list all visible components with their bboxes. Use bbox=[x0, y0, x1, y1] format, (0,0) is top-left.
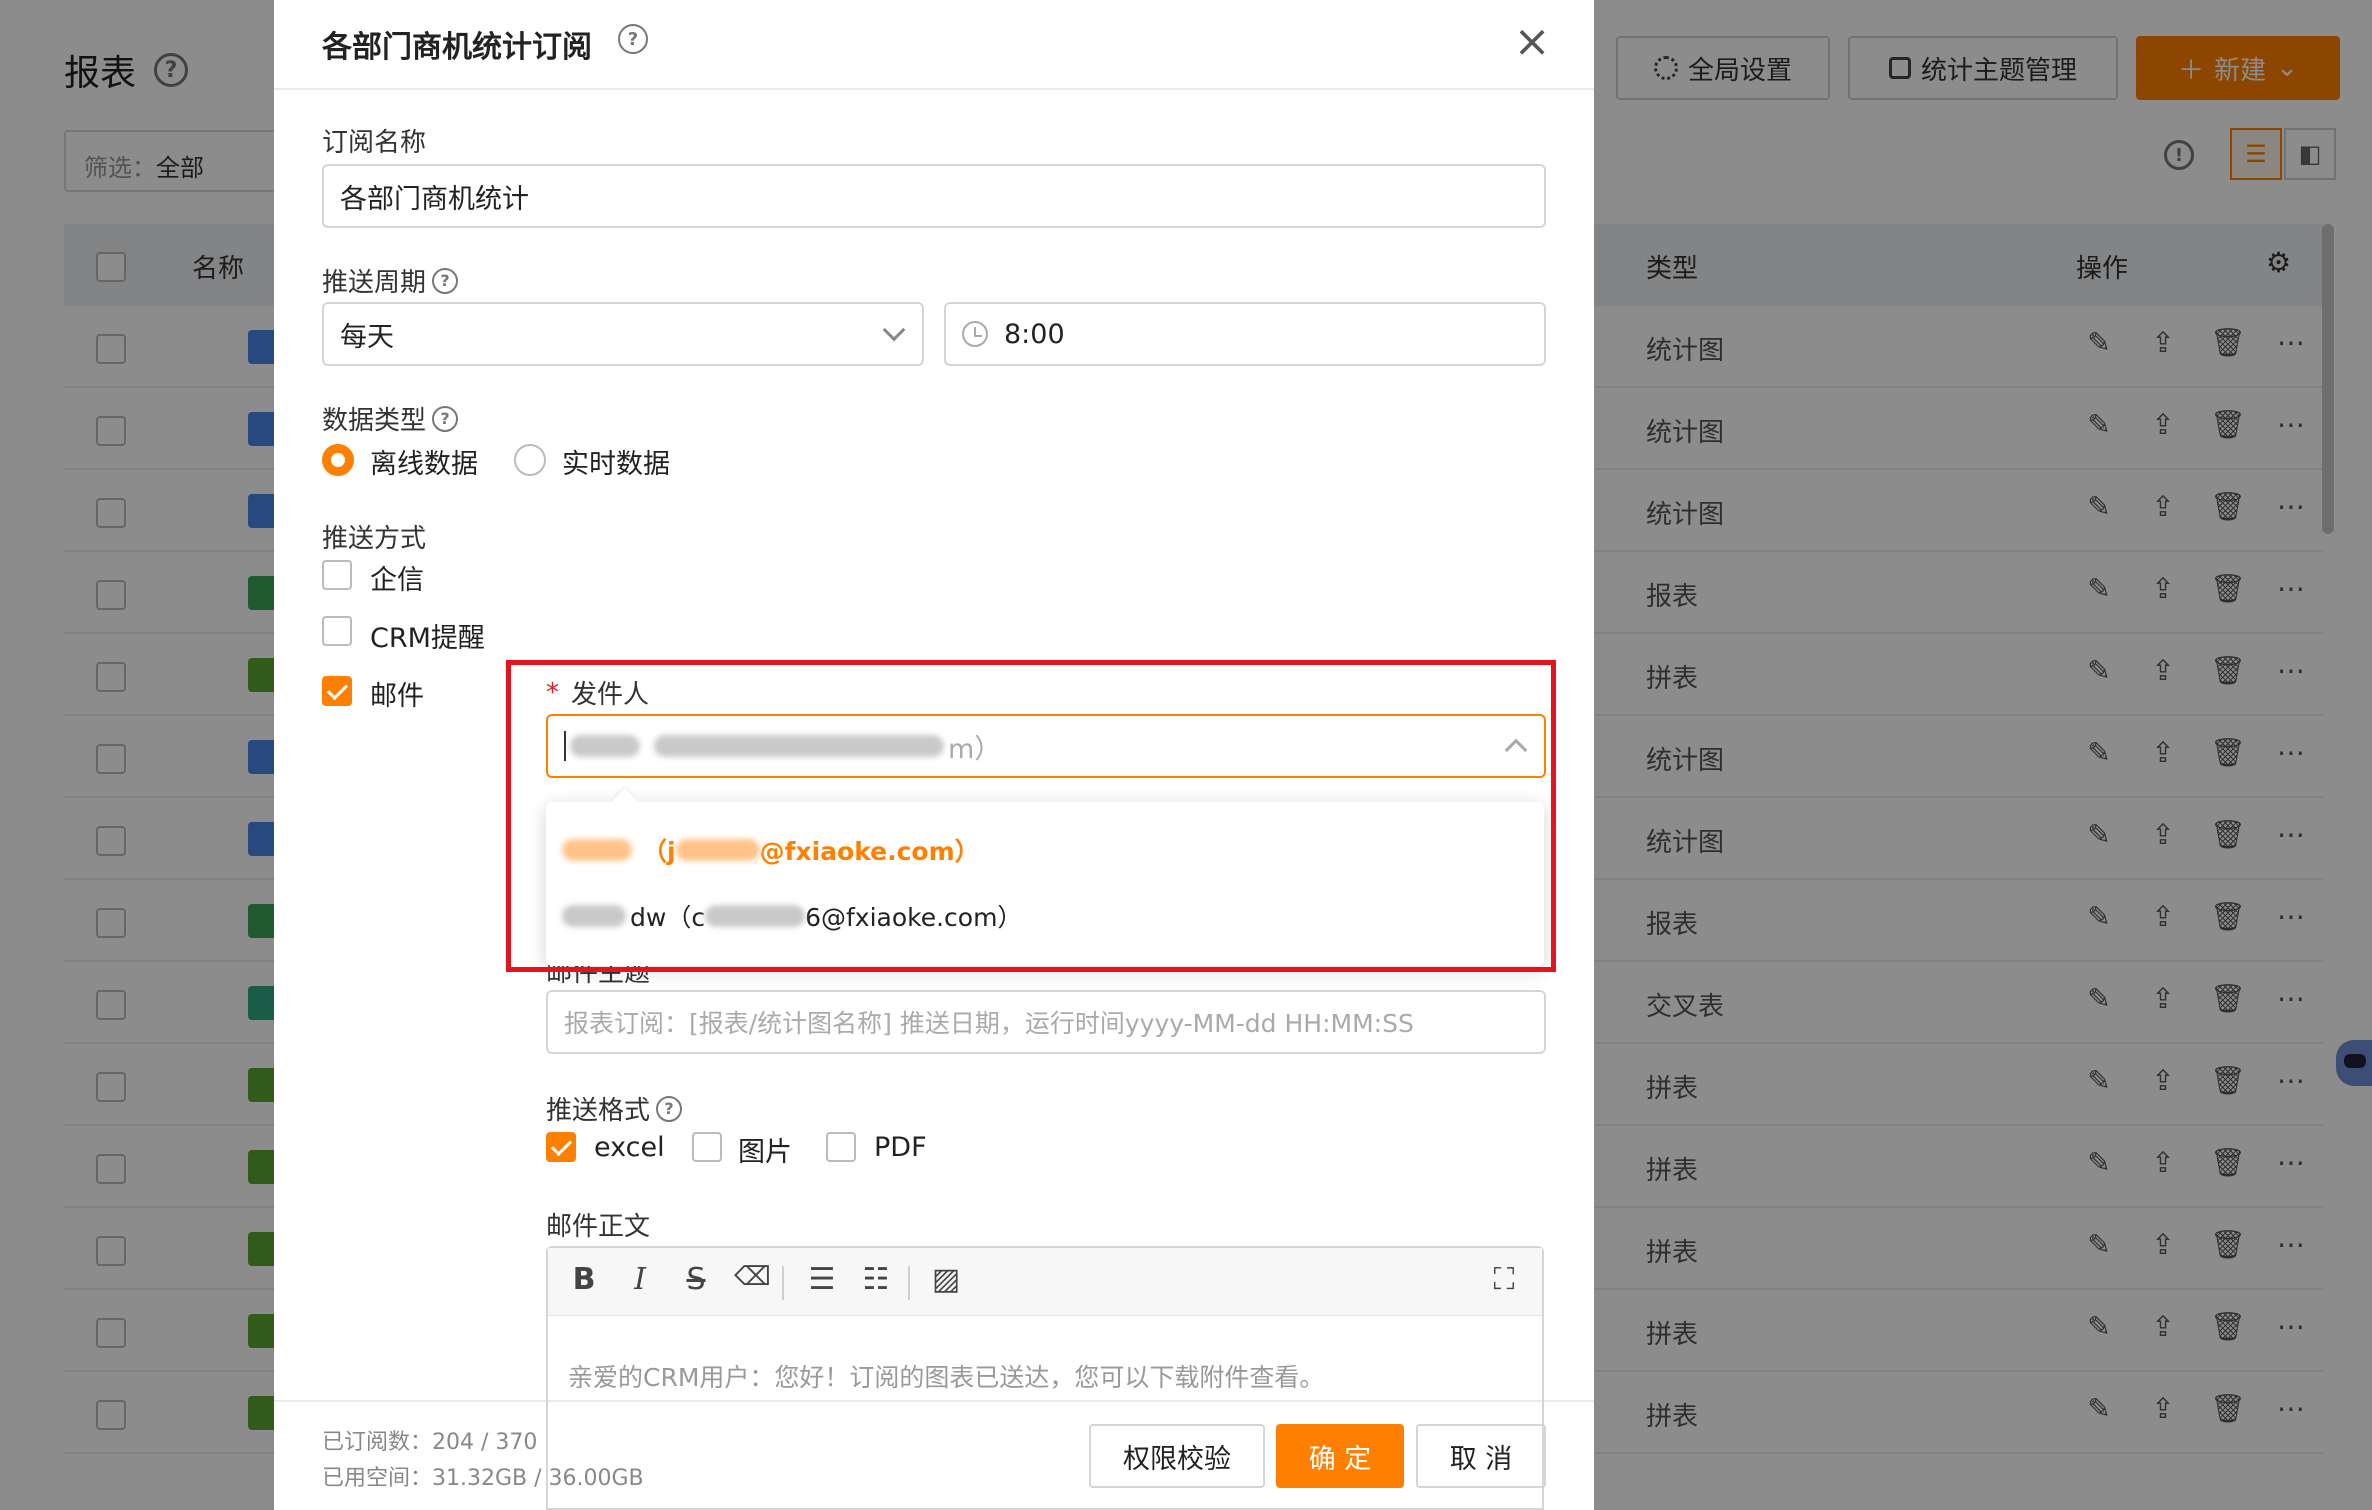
annotation-highlight-box bbox=[506, 660, 1556, 972]
help-icon[interactable]: ? bbox=[432, 405, 459, 432]
push-time-picker[interactable]: 8:00 bbox=[944, 302, 1546, 366]
push-format-label: 推送格式 ? bbox=[546, 1090, 683, 1127]
checkbox-qixin-label: 企信 bbox=[370, 565, 424, 596]
checkbox-crm-reminder-label: CRM提醒 bbox=[370, 623, 485, 654]
format-image-label: 图片 bbox=[738, 1137, 792, 1168]
email-body-text[interactable]: 亲爱的CRM用户：您好！订阅的图表已送达，您可以下载附件查看。 bbox=[568, 1358, 1324, 1394]
push-format-label-text: 推送格式 bbox=[546, 1096, 651, 1126]
help-icon[interactable]: ? bbox=[656, 1095, 683, 1122]
email-body-label: 邮件正文 bbox=[546, 1206, 650, 1243]
checkbox-format-image[interactable] bbox=[692, 1132, 722, 1162]
push-method-label: 推送方式 bbox=[322, 518, 426, 555]
format-pdf-label: PDF bbox=[874, 1132, 927, 1163]
radio-offline[interactable] bbox=[322, 444, 354, 476]
email-subject-input[interactable]: 报表订阅：[报表/统计图名称] 推送日期，运行时间yyyy-MM-dd HH:M… bbox=[546, 990, 1546, 1054]
radio-realtime-label: 实时数据 bbox=[562, 449, 670, 480]
image-icon[interactable]: ▨ bbox=[928, 1262, 964, 1297]
data-type-label-text: 数据类型 bbox=[322, 406, 427, 436]
format-excel-label: excel bbox=[594, 1132, 665, 1163]
checkbox-format-excel[interactable] bbox=[546, 1132, 576, 1162]
email-subject-placeholder: 报表订阅：[报表/统计图名称] 推送日期，运行时间yyyy-MM-dd HH:M… bbox=[564, 1009, 1414, 1038]
editor-toolbar: B I S ⌫ ☰ ☷ ▨ ⛶ bbox=[548, 1248, 1542, 1316]
radio-realtime[interactable] bbox=[514, 444, 546, 476]
checkbox-email-label: 邮件 bbox=[370, 681, 424, 712]
modal-title: 各部门商机统计订阅 bbox=[322, 30, 592, 65]
checkbox-crm-reminder[interactable] bbox=[322, 616, 352, 646]
subscription-name-label: 订阅名称 bbox=[322, 122, 426, 159]
email-body-label-text: 邮件正文 bbox=[546, 1212, 651, 1242]
clock-icon bbox=[962, 321, 988, 347]
fullscreen-icon[interactable]: ⛶ bbox=[1486, 1262, 1522, 1297]
strikethrough-icon[interactable]: S bbox=[678, 1262, 714, 1297]
subscription-name-label-text: 订阅名称 bbox=[322, 128, 427, 158]
chevron-down-icon bbox=[882, 318, 906, 342]
subscription-name-input[interactable]: 各部门商机统计 bbox=[322, 164, 1546, 228]
push-cycle-label: 推送周期 ? bbox=[322, 262, 459, 299]
close-icon[interactable]: × bbox=[1512, 20, 1552, 64]
push-method-label-text: 推送方式 bbox=[322, 524, 427, 554]
eraser-icon[interactable]: ⌫ bbox=[734, 1262, 771, 1292]
checkbox-email[interactable] bbox=[322, 676, 352, 706]
help-icon[interactable]: ? bbox=[432, 267, 459, 294]
modal-header: 各部门商机统计订阅 ? × bbox=[274, 0, 1594, 90]
checkbox-format-pdf[interactable] bbox=[826, 1132, 856, 1162]
radio-offline-label: 离线数据 bbox=[370, 449, 478, 480]
subscribed-count: 已订阅数：204 / 370 bbox=[322, 1430, 538, 1455]
bold-icon[interactable]: B bbox=[566, 1262, 602, 1297]
checkbox-qixin[interactable] bbox=[322, 560, 352, 590]
numbered-list-icon[interactable]: ☷ bbox=[858, 1262, 894, 1297]
push-time-value: 8:00 bbox=[1004, 318, 1065, 350]
toolbar-divider bbox=[908, 1266, 910, 1300]
italic-icon[interactable]: I bbox=[622, 1262, 658, 1297]
subscription-name-value: 各部门商机统计 bbox=[340, 183, 529, 215]
push-cycle-label-text: 推送周期 bbox=[322, 268, 427, 298]
toolbar-divider bbox=[782, 1266, 784, 1300]
bullet-list-icon[interactable]: ☰ bbox=[804, 1262, 840, 1297]
push-cycle-value: 每天 bbox=[340, 321, 394, 353]
push-cycle-select[interactable]: 每天 bbox=[322, 302, 924, 366]
email-body-editor[interactable]: B I S ⌫ ☰ ☷ ▨ ⛶ 亲爱的CRM用户：您好！订阅的图表已送达，您可以… bbox=[546, 1246, 1544, 1510]
help-icon[interactable]: ? bbox=[618, 24, 648, 54]
data-type-label: 数据类型 ? bbox=[322, 400, 459, 437]
